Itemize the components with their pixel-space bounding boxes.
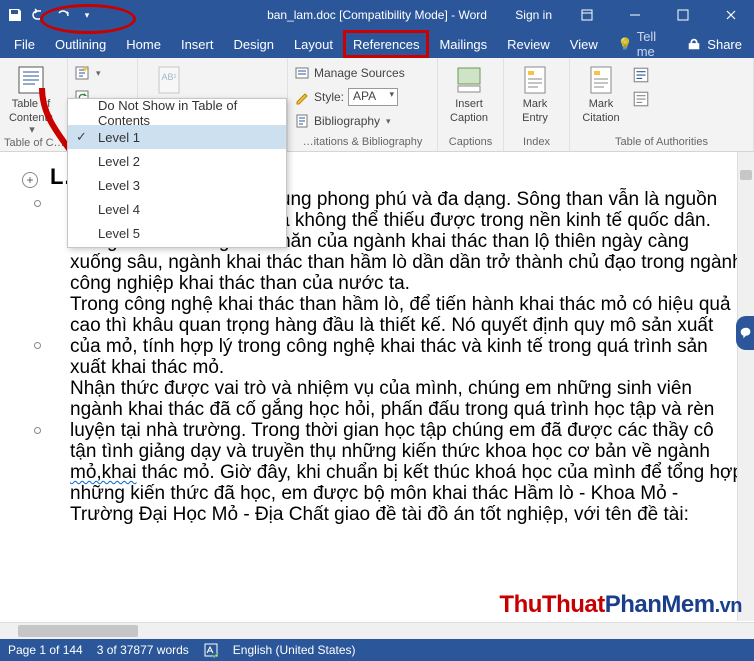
manage-sources-button[interactable]: Manage Sources (294, 62, 405, 84)
table-of-contents-button[interactable]: Table of Contents ▾ (4, 60, 58, 136)
add-text-button[interactable]: ▾ (74, 62, 101, 84)
bibliography-button[interactable]: Bibliography▾ (294, 110, 405, 132)
update-toa-icon[interactable] (632, 90, 650, 108)
save-icon[interactable] (6, 6, 24, 24)
status-page[interactable]: Page 1 of 144 (8, 643, 83, 657)
group-label-index: Index (508, 135, 565, 151)
doc-paragraph: Trong công nghệ khai thác than hầm lò, đ… (70, 294, 744, 378)
outline-bullet-icon (34, 342, 41, 349)
tab-review[interactable]: Review (497, 30, 560, 58)
outline-bullet-icon (34, 427, 41, 434)
group-label-toc: Table of C… (4, 136, 63, 152)
share-button[interactable]: Share (675, 30, 754, 58)
scroll-thumb[interactable] (18, 625, 138, 637)
tab-mailings[interactable]: Mailings (429, 30, 497, 58)
quick-access-toolbar: ▾ (0, 6, 96, 24)
dd-do-not-show[interactable]: Do Not Show in Table of Contents (68, 101, 286, 125)
scroll-thumb[interactable] (740, 170, 752, 180)
minimize-icon[interactable] (612, 0, 658, 30)
tab-outlining[interactable]: Outlining (45, 30, 116, 58)
watermark: ThuThuatPhanMem.vn (499, 591, 742, 619)
doc-paragraph: Nhận thức được vai trò và nhiệm vụ của m… (70, 378, 744, 525)
insert-caption-button[interactable]: Insert Caption (442, 60, 496, 124)
dd-level-4[interactable]: Level 4 (68, 197, 286, 221)
ribbon-tab-strip: File Outlining Home Insert Design Layout… (0, 30, 754, 58)
outline-gutter: + (0, 152, 46, 639)
svg-text:AB¹: AB¹ (161, 72, 176, 82)
dd-level-3[interactable]: Level 3 (68, 173, 286, 197)
status-words[interactable]: 3 of 37877 words (97, 643, 189, 657)
horizontal-scrollbar[interactable] (0, 622, 754, 639)
style-value[interactable]: APA (348, 88, 398, 106)
tab-layout[interactable]: Layout (284, 30, 343, 58)
group-label-citations: …itations & Bibliography (292, 135, 433, 151)
qat-customize-icon[interactable]: ▾ (78, 6, 96, 24)
title-bar: ▾ ban_lam.doc [Compatibility Mode] - Wor… (0, 0, 754, 30)
ribbon-display-options-icon[interactable] (564, 0, 610, 30)
feedback-tab[interactable] (736, 316, 754, 350)
maximize-icon[interactable] (660, 0, 706, 30)
tab-references[interactable]: References (343, 30, 429, 58)
mark-entry-button[interactable]: Mark Entry (508, 60, 562, 124)
dd-level-1[interactable]: ✓ Level 1 (68, 125, 286, 149)
check-icon: ✓ (76, 129, 87, 145)
outline-expand-icon[interactable]: + (22, 172, 38, 188)
dd-level-5[interactable]: Level 5 (68, 221, 286, 245)
redo-icon[interactable] (54, 6, 72, 24)
grammar-squiggle: mỏ,khai (70, 462, 137, 483)
dd-level-2[interactable]: Level 2 (68, 149, 286, 173)
group-label-captions: Captions (442, 135, 499, 151)
citation-style-select[interactable]: Style: APA (294, 86, 405, 108)
tab-design[interactable]: Design (223, 30, 283, 58)
sign-in-link[interactable]: Sign in (505, 8, 562, 22)
status-language[interactable]: English (United States) (233, 643, 356, 657)
tab-view[interactable]: View (560, 30, 608, 58)
status-bar: Page 1 of 144 3 of 37877 words English (… (0, 639, 754, 661)
tab-file[interactable]: File (4, 30, 45, 58)
tell-me-search[interactable]: Tell me (608, 30, 676, 58)
vertical-scrollbar[interactable] (737, 152, 754, 621)
mark-citation-button[interactable]: Mark Citation (574, 60, 628, 124)
group-label-toa: Table of Authorities (574, 135, 749, 151)
add-text-level-menu: Do Not Show in Table of Contents ✓ Level… (67, 98, 287, 248)
spellcheck-icon[interactable] (203, 642, 219, 658)
tab-home[interactable]: Home (116, 30, 171, 58)
share-label: Share (707, 37, 742, 52)
insert-toa-icon[interactable] (632, 66, 650, 84)
tab-insert[interactable]: Insert (171, 30, 224, 58)
outline-bullet-icon (34, 200, 41, 207)
close-icon[interactable] (708, 0, 754, 30)
undo-icon[interactable] (30, 6, 48, 24)
